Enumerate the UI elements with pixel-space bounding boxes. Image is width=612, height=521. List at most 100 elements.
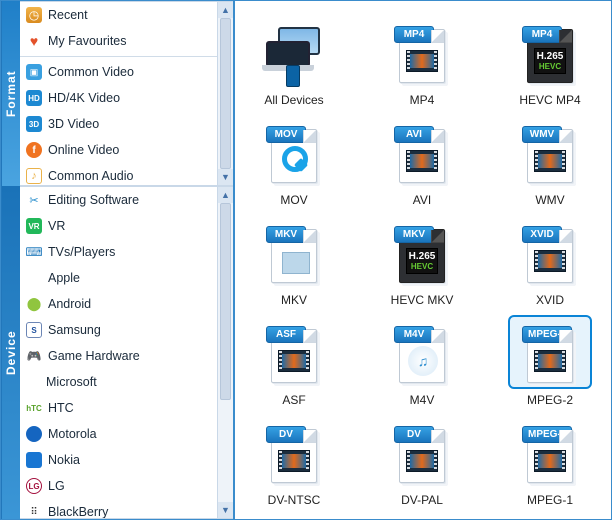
sidebar-item-my-favourites[interactable]: ♥My Favourites bbox=[20, 28, 233, 54]
sidebar-item-label: Samsung bbox=[48, 323, 101, 337]
sidebar-item-label: Common Audio bbox=[48, 169, 133, 183]
format-item-xvid[interactable]: XVID XVID bbox=[505, 215, 595, 307]
scroll-down-icon[interactable]: ▼ bbox=[218, 502, 233, 518]
filmstrip-icon bbox=[534, 250, 566, 272]
sidebar-item-editing-software[interactable]: ✂Editing Software bbox=[20, 187, 233, 213]
scroll-up-icon[interactable]: ▲ bbox=[218, 187, 233, 203]
tab-format[interactable]: Format bbox=[1, 1, 20, 186]
file-icon: DV bbox=[271, 429, 317, 483]
blackberry-icon: ⠿ bbox=[26, 504, 42, 519]
sidebar-item-label: VR bbox=[48, 219, 65, 233]
apple-icon bbox=[26, 270, 42, 286]
format-thumb: MKVH.265HEVC bbox=[380, 215, 464, 289]
sidebar-item-tvs-players[interactable]: ⌨TVs/Players bbox=[20, 239, 233, 265]
format-item-mov[interactable]: MOV MOV bbox=[249, 115, 339, 207]
sidebar-item-recent[interactable]: ◷Recent bbox=[20, 2, 233, 28]
file-icon: MKV bbox=[271, 229, 317, 283]
format-thumb: MKV bbox=[252, 215, 336, 289]
format-grid: All DevicesMP4MP4MP4H.265HEVCHEVC MP4MOV… bbox=[235, 1, 611, 521]
format-item-m4v[interactable]: M4VM4V bbox=[377, 315, 467, 407]
sidebar-item-common-audio[interactable]: ♪Common Audio bbox=[20, 163, 233, 186]
sidebar-item-label: 3D Video bbox=[48, 117, 99, 131]
sidebar-item-game-hardware[interactable]: 🎮Game Hardware bbox=[20, 343, 233, 369]
sidebar-item-apple[interactable]: Apple bbox=[20, 265, 233, 291]
format-item-mp4[interactable]: MP4MP4 bbox=[377, 15, 467, 107]
sidebar-section-format: Format ◷Recent♥My Favourites ▣Common Vide… bbox=[1, 1, 233, 186]
sidebar-item-online-video[interactable]: f Online Video bbox=[20, 137, 233, 163]
sidebar-item-microsoft[interactable]: Microsoft bbox=[20, 369, 233, 395]
format-label: DV-PAL bbox=[401, 493, 443, 507]
sidebar-item-vr[interactable]: VR VR bbox=[20, 213, 233, 239]
sidebar-item-label: TVs/Players bbox=[48, 245, 115, 259]
format-label: WMV bbox=[535, 193, 564, 207]
scrollbar-device[interactable]: ▲ ▼ bbox=[217, 187, 233, 518]
format-label: MPEG-1 bbox=[527, 493, 573, 507]
scroll-track[interactable] bbox=[218, 203, 233, 502]
sidebar-item-hd-4k-video[interactable]: HDHD/4K Video bbox=[20, 85, 233, 111]
scroll-down-icon[interactable]: ▼ bbox=[218, 169, 233, 185]
sidebar-item-label: Nokia bbox=[48, 453, 80, 467]
format-list: ◷Recent♥My Favourites ▣Common VideoHDHD/4… bbox=[20, 1, 233, 186]
format-label: AVI bbox=[413, 193, 431, 207]
format-label: MP4 bbox=[410, 93, 435, 107]
filmstrip-icon bbox=[278, 350, 310, 372]
format-item-mkv[interactable]: MKVMKV bbox=[249, 215, 339, 307]
sidebar-item-label: LG bbox=[48, 479, 65, 493]
format-thumb: AVI bbox=[380, 115, 464, 189]
format-thumb: XVID bbox=[508, 215, 592, 289]
format-item-dv-pal[interactable]: DVDV-PAL bbox=[377, 415, 467, 507]
format-thumb: ASF bbox=[252, 315, 336, 389]
sidebar-item-android[interactable]: ⬤Android bbox=[20, 291, 233, 317]
filmstrip-icon bbox=[534, 150, 566, 172]
format-item-mpeg-2[interactable]: MPEG-2MPEG-2 bbox=[505, 315, 595, 407]
sidebar-item-samsung[interactable]: SSamsung bbox=[20, 317, 233, 343]
file-icon: MKVH.265HEVC bbox=[399, 229, 445, 283]
format-tag: MOV bbox=[266, 126, 306, 143]
sidebar-item-label: Android bbox=[48, 297, 91, 311]
vr-icon: VR bbox=[26, 218, 42, 234]
format-label: HEVC MKV bbox=[391, 293, 454, 307]
sidebar-item-3d-video[interactable]: 3D3D Video bbox=[20, 111, 233, 137]
format-label: MOV bbox=[280, 193, 307, 207]
format-tag: MPEG-2 bbox=[522, 326, 572, 343]
scroll-track[interactable] bbox=[218, 18, 233, 169]
sidebar-item-blackberry[interactable]: ⠿ BlackBerry bbox=[20, 499, 233, 519]
format-thumb: MP4 bbox=[380, 15, 464, 89]
sidebar-item-label: Game Hardware bbox=[48, 349, 140, 363]
format-label: XVID bbox=[536, 293, 564, 307]
editing-icon: ✂ bbox=[26, 192, 42, 208]
scrollbar-format[interactable]: ▲ ▼ bbox=[217, 2, 233, 185]
sidebar-item-htc[interactable]: hTCHTC bbox=[20, 395, 233, 421]
format-item-hevc-mp4[interactable]: MP4H.265HEVCHEVC MP4 bbox=[505, 15, 595, 107]
lg-icon: LG bbox=[26, 478, 42, 494]
format-item-dv-ntsc[interactable]: DVDV-NTSC bbox=[249, 415, 339, 507]
format-item-avi[interactable]: AVI AVI bbox=[377, 115, 467, 207]
online-video-icon: f bbox=[26, 142, 42, 158]
format-thumb: WMV bbox=[508, 115, 592, 189]
scroll-up-icon[interactable]: ▲ bbox=[218, 2, 233, 18]
sidebar-item-label: Online Video bbox=[48, 143, 119, 157]
sidebar-item-motorola[interactable]: Motorola bbox=[20, 421, 233, 447]
format-item-wmv[interactable]: WMV WMV bbox=[505, 115, 595, 207]
format-item-all-devices[interactable]: All Devices bbox=[249, 15, 339, 107]
format-item-asf[interactable]: ASFASF bbox=[249, 315, 339, 407]
sidebar-item-common-video[interactable]: ▣Common Video bbox=[20, 59, 233, 85]
format-item-hevc-mkv[interactable]: MKVH.265HEVC HEVC MKV bbox=[377, 215, 467, 307]
sidebar-item-lg[interactable]: LG LG bbox=[20, 473, 233, 499]
filmstrip-icon bbox=[534, 350, 566, 372]
sidebar-item-label: BlackBerry bbox=[48, 505, 108, 519]
file-icon: MPEG-2 bbox=[527, 329, 573, 383]
format-tag: DV bbox=[266, 426, 306, 443]
format-tag: MKV bbox=[394, 226, 434, 243]
heart-icon: ♥ bbox=[26, 33, 42, 49]
format-thumb: MOV bbox=[252, 115, 336, 189]
sidebar-item-label: HD/4K Video bbox=[48, 91, 120, 105]
format-item-mpeg-1[interactable]: MPEG-1 MPEG-1 bbox=[505, 415, 595, 507]
format-tag: MP4 bbox=[522, 26, 562, 43]
format-tag: XVID bbox=[522, 226, 562, 243]
sidebar-item-nokia[interactable]: Nokia bbox=[20, 447, 233, 473]
format-tag: MPEG-1 bbox=[522, 426, 572, 443]
tab-device[interactable]: Device bbox=[1, 186, 20, 519]
itunes-icon bbox=[408, 346, 438, 376]
sidebar-item-label: Common Video bbox=[48, 65, 134, 79]
